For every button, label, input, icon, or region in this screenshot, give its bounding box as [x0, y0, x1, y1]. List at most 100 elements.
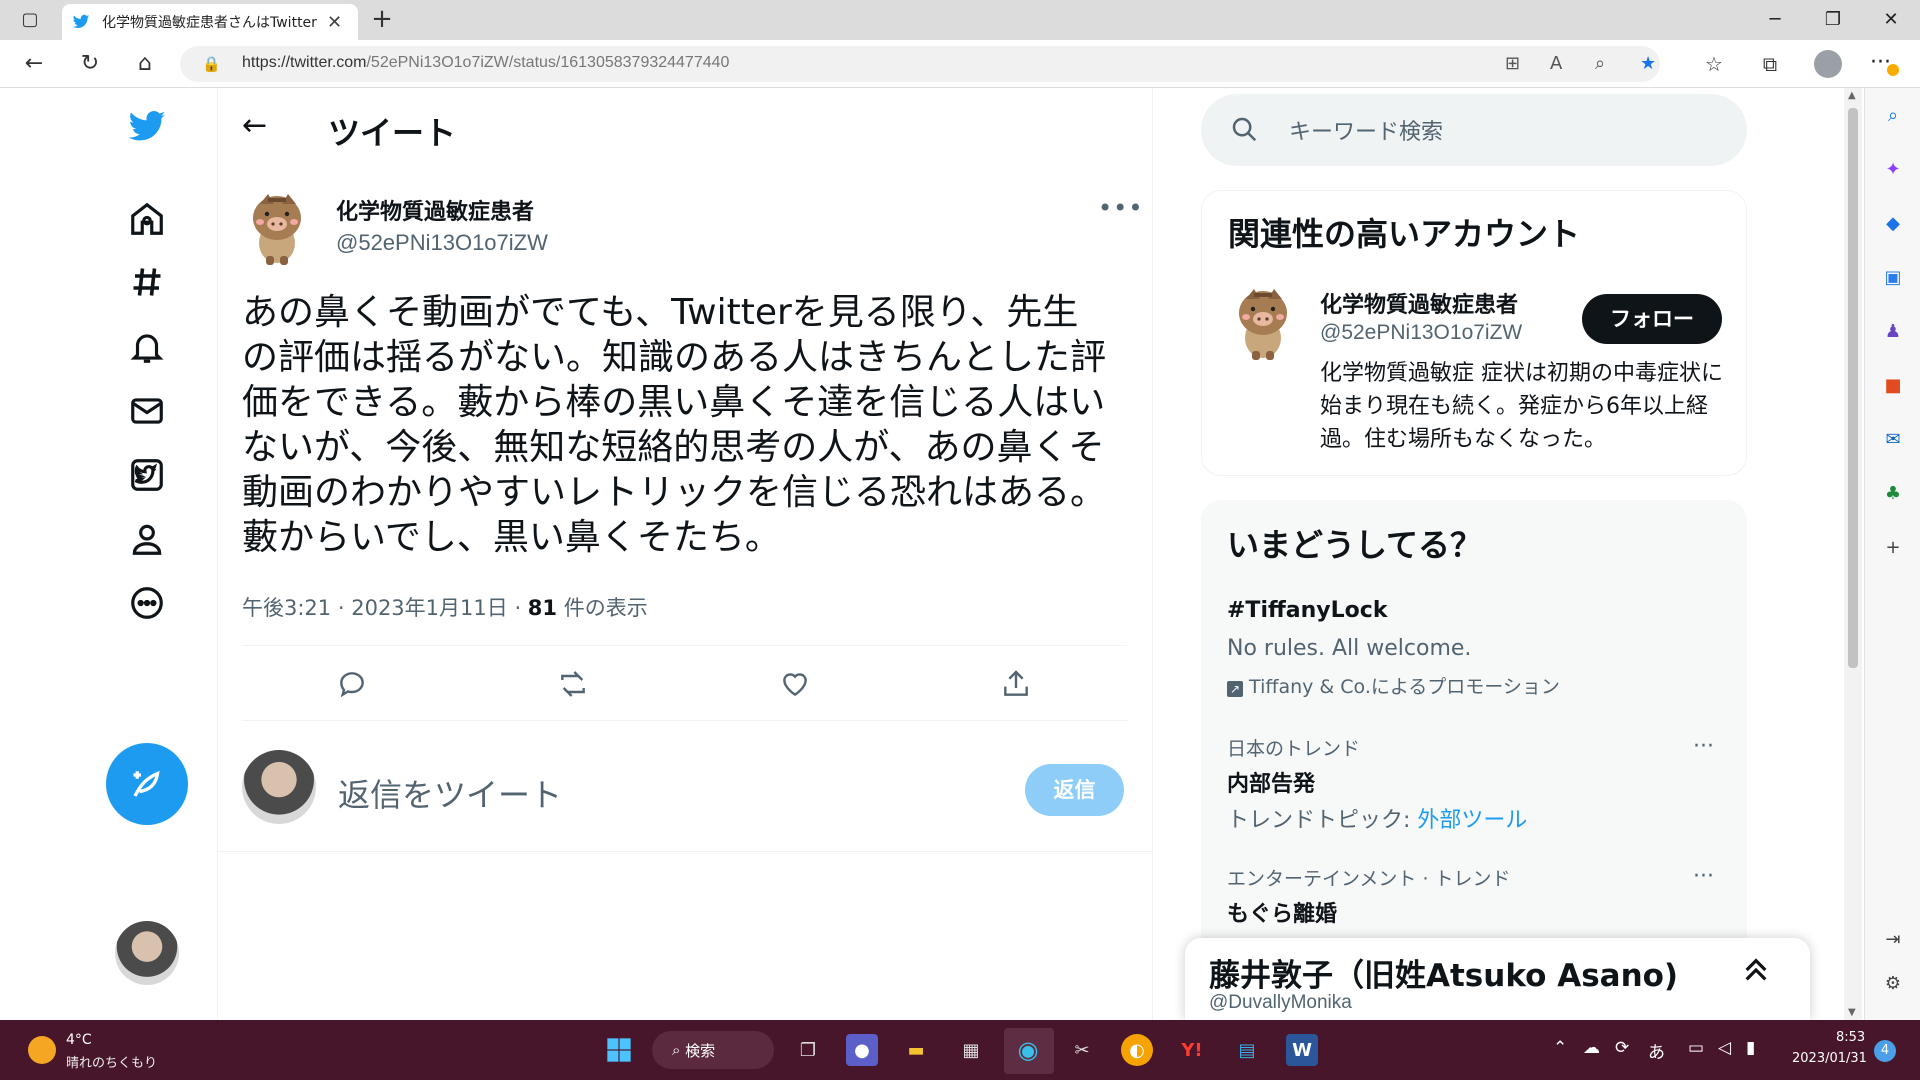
sidebar-copilot-icon[interactable]: ✦	[1881, 158, 1905, 182]
favorite-star-icon[interactable]: ★	[1640, 53, 1656, 74]
tab-actions-icon[interactable]: ▢	[18, 8, 42, 32]
sidebar-settings-icon[interactable]: ⚙	[1881, 972, 1905, 996]
account-avatar[interactable]	[115, 921, 179, 985]
like-heart-icon[interactable]	[777, 666, 813, 702]
tray-chevron-icon[interactable]: ⌃	[1553, 1038, 1567, 1058]
restore-button[interactable]: ❐	[1804, 0, 1862, 40]
notifications-bell-icon[interactable]	[124, 324, 170, 370]
sidebar-outlook-icon[interactable]: ✉	[1881, 428, 1905, 452]
trend-2-name[interactable]: もぐら離婚	[1227, 896, 1337, 928]
url-field[interactable]: 🔒 https://twitter.com/52ePNi13O1o7iZW/st…	[180, 46, 1660, 82]
weather-temp[interactable]: 4°C	[66, 1032, 92, 1048]
close-window-button[interactable]: ✕	[1862, 0, 1920, 40]
clock-time[interactable]: 8:53	[1836, 1030, 1865, 1045]
notification-badge[interactable]: 4	[1874, 1040, 1896, 1062]
tweet-time[interactable]: 午後3:21	[242, 596, 331, 620]
notepad-icon[interactable]: ▤	[1231, 1034, 1263, 1066]
teams-chat-icon[interactable]: ●	[846, 1034, 878, 1066]
trend-0-promo: Tiffany & Co.によるプロモーション	[1249, 676, 1560, 698]
sidebar-shopping-icon[interactable]: ◆	[1881, 212, 1905, 236]
collections-icon[interactable]: ⧉	[1756, 50, 1784, 78]
trend-1-name[interactable]: 内部告発	[1227, 766, 1315, 798]
weather-desc[interactable]: 晴れのちくもり	[66, 1052, 157, 1071]
start-windows-icon[interactable]	[603, 1034, 635, 1066]
trend-1-more-icon[interactable]: ···	[1693, 734, 1714, 759]
onedrive-icon[interactable]: ☁	[1583, 1038, 1600, 1058]
trend-2-more-icon[interactable]: ···	[1693, 864, 1714, 889]
scroll-thumb[interactable]	[1848, 108, 1858, 668]
sidebar-search-icon[interactable]: ⌕	[1881, 104, 1905, 128]
twitter-favicon-icon	[72, 13, 90, 31]
explore-hashtag-icon[interactable]	[124, 259, 170, 305]
tweet-more-icon[interactable]: •••	[1098, 194, 1143, 222]
home-icon[interactable]	[124, 196, 170, 242]
more-options-icon[interactable]	[124, 580, 170, 626]
retweet-icon[interactable]	[555, 666, 591, 702]
volume-icon[interactable]: ◁	[1718, 1038, 1731, 1058]
related-account-handle[interactable]: @52ePNi13O1o7iZW	[1320, 321, 1522, 345]
taskbar-search-button[interactable]: ⌕ 検索	[652, 1031, 774, 1069]
reply-submit-button[interactable]: 返信	[1025, 764, 1124, 816]
follow-button[interactable]: フォロー	[1582, 294, 1722, 344]
scroll-down-icon[interactable]: ▼	[1848, 1007, 1856, 1018]
trend-0-name[interactable]: #TiffanyLock	[1227, 598, 1387, 623]
task-view-icon[interactable]: ❐	[792, 1034, 824, 1066]
app-available-icon[interactable]: ⊞	[1505, 53, 1520, 74]
messages-drawer[interactable]: 藤井敦子（旧姓Atsuko Asano) @DuvallyMonika	[1185, 938, 1810, 1020]
new-tab-button[interactable]: +	[368, 6, 396, 34]
profile-person-icon[interactable]	[124, 516, 170, 562]
back-arrow-icon[interactable]: ←	[242, 108, 267, 143]
messages-drawer-handle: @DuvallyMonika	[1209, 992, 1352, 1013]
yahoo-icon[interactable]: Y!	[1176, 1034, 1208, 1066]
compose-tweet-button[interactable]	[106, 743, 188, 825]
tweet-views-count[interactable]: 81	[528, 596, 557, 620]
trend-1-desc-link[interactable]: 外部ツール	[1417, 808, 1527, 833]
file-explorer-icon[interactable]: ▬	[900, 1034, 932, 1066]
read-aloud-icon[interactable]: A	[1550, 53, 1562, 74]
page-scrollbar[interactable]: ▲ ▼	[1844, 88, 1862, 1020]
clock-date[interactable]: 2023/01/31	[1792, 1051, 1867, 1066]
sidebar-tree-icon[interactable]: ♣	[1881, 482, 1905, 506]
reload-button[interactable]: ↻	[76, 50, 104, 78]
tweet-author-name[interactable]: 化学物質過敏症患者	[336, 194, 534, 226]
favorites-icon[interactable]: ☆	[1700, 50, 1728, 78]
sidebar-tools-icon[interactable]: ▣	[1881, 266, 1905, 290]
tweet-author-handle[interactable]: @52ePNi13O1o7iZW	[336, 230, 548, 256]
snipping-tool-icon[interactable]: ✂	[1066, 1034, 1098, 1066]
reply-icon[interactable]	[334, 666, 370, 702]
reply-input[interactable]: 返信をツイート	[338, 770, 562, 816]
battery-icon[interactable]: ▮	[1746, 1038, 1755, 1058]
ime-indicator[interactable]: あ	[1648, 1038, 1665, 1063]
twitter-logo-icon[interactable]	[124, 104, 170, 150]
network-icon[interactable]: ▭	[1688, 1038, 1704, 1058]
minimize-button[interactable]: ─	[1746, 0, 1804, 40]
sidebar-hide-icon[interactable]: ⇥	[1881, 928, 1905, 952]
store-icon[interactable]: ▦	[955, 1034, 987, 1066]
sync-icon[interactable]: ⟳	[1615, 1038, 1629, 1058]
sidebar-add-icon[interactable]: +	[1881, 536, 1905, 560]
edge-browser-icon[interactable]: ◉	[1012, 1034, 1044, 1066]
back-button[interactable]: ←	[20, 50, 48, 78]
home-button[interactable]: ⌂	[131, 50, 159, 78]
tab-close-icon[interactable]: ✕	[327, 12, 342, 33]
share-icon[interactable]	[998, 666, 1034, 702]
word-icon[interactable]: W	[1286, 1034, 1318, 1066]
related-account-avatar[interactable]	[1232, 283, 1294, 361]
messages-envelope-icon[interactable]	[124, 388, 170, 434]
profile-avatar-icon[interactable]	[1814, 50, 1842, 78]
scroll-up-icon[interactable]: ▲	[1848, 90, 1856, 101]
zoom-icon[interactable]: ⌕	[1595, 53, 1605, 74]
sidebar-games-icon[interactable]: ♟	[1881, 320, 1905, 344]
pinned-app-icon[interactable]: ◐	[1121, 1034, 1153, 1066]
expand-chevron-icon[interactable]	[1740, 954, 1772, 993]
lists-twitter-icon[interactable]	[124, 452, 170, 498]
lock-icon[interactable]: 🔒	[202, 55, 221, 73]
trend-1-desc-prefix: トレンドトピック:	[1227, 808, 1418, 833]
browser-tab[interactable]: 化学物質過敏症患者さんはTwitter ✕	[62, 4, 358, 40]
weather-icon[interactable]	[28, 1036, 56, 1064]
search-input[interactable]: キーワード検索	[1201, 94, 1747, 166]
sidebar-office-icon[interactable]: ■	[1881, 374, 1905, 398]
related-account-name[interactable]: 化学物質過敏症患者	[1320, 287, 1518, 319]
tweet-author-avatar[interactable]	[246, 188, 308, 266]
tweet-date[interactable]: 2023年1月11日	[351, 596, 508, 620]
